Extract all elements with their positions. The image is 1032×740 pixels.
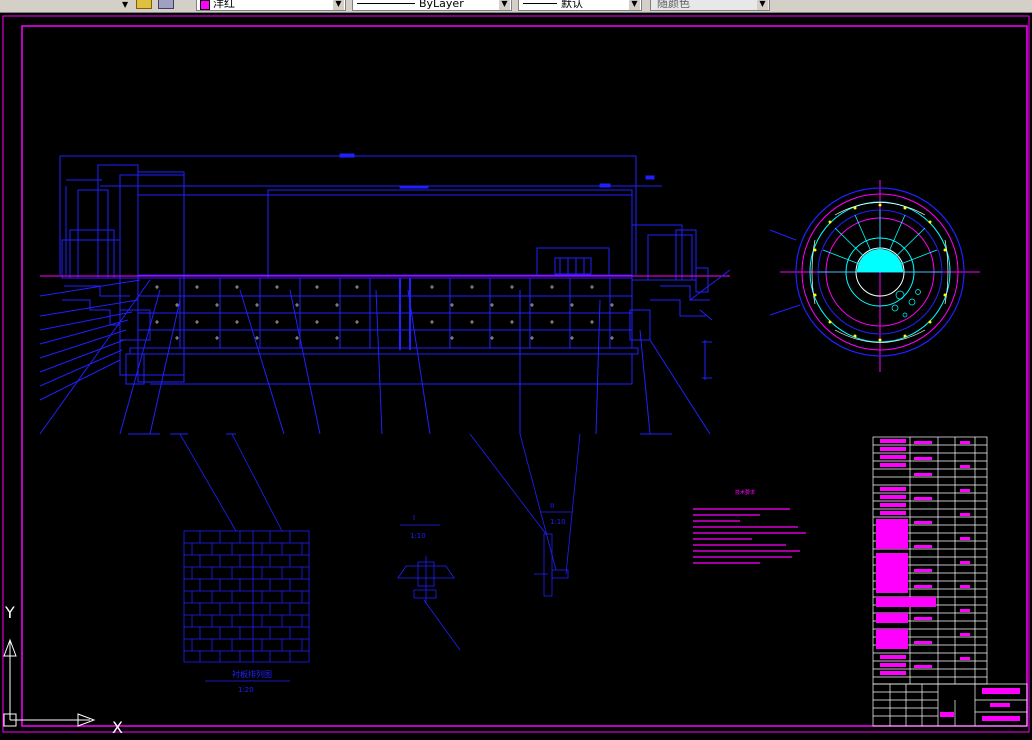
section-i-detail xyxy=(397,524,461,651)
linetype-control-dropdown[interactable]: ByLayer ▼ xyxy=(352,0,512,11)
lineweight-control-dropdown[interactable]: 默认 ▼ xyxy=(518,0,642,11)
linetype-preview xyxy=(357,3,415,4)
ucs-icon xyxy=(3,638,96,727)
lineweight-control-label: 默认 xyxy=(561,0,583,10)
layer-previous-icon[interactable] xyxy=(158,0,174,9)
layer-dropdown-arrow-icon[interactable]: ▼ xyxy=(122,0,128,10)
title-block-fills xyxy=(940,688,1020,721)
section-ii-scale: 1:10 xyxy=(550,518,566,526)
properties-toolbar: ▼ 洋红 ▼ ByLayer ▼ 默认 ▼ 随颜色 ▼ xyxy=(0,0,1032,13)
ucs-y-label: Y xyxy=(4,603,15,622)
layer-stack-icon[interactable] xyxy=(136,0,152,9)
ucs-x-label: X xyxy=(112,718,123,736)
cad-drawing: 衬板排列图 1:20 I 1:10 II 1:10 技术要求 Y X xyxy=(2,15,1030,737)
mill-end-section-view xyxy=(769,180,980,372)
plotstyle-control-dropdown[interactable]: 随颜色 ▼ xyxy=(650,0,770,11)
section-i-scale: 1:10 xyxy=(410,532,426,540)
chevron-down-icon[interactable]: ▼ xyxy=(499,0,510,10)
chevron-down-icon[interactable]: ▼ xyxy=(629,0,640,10)
chevron-down-icon[interactable]: ▼ xyxy=(757,0,768,10)
drawing-canvas[interactable]: 衬板排列图 1:20 I 1:10 II 1:10 技术要求 Y X xyxy=(0,13,1032,737)
chevron-down-icon[interactable]: ▼ xyxy=(333,0,344,10)
mill-elevation-view xyxy=(39,153,731,435)
section-ii-label: II xyxy=(550,502,554,510)
lineweight-preview xyxy=(523,3,557,4)
color-control-dropdown[interactable]: 洋红 ▼ xyxy=(196,0,346,11)
color-swatch xyxy=(200,0,210,10)
color-control-label: 洋红 xyxy=(213,0,235,10)
lining-arrangement-view xyxy=(179,433,310,682)
linetype-control-label: ByLayer xyxy=(419,0,464,10)
notes-title: 技术要求 xyxy=(735,489,755,496)
plotstyle-control-label: 随颜色 xyxy=(657,0,690,10)
technical-notes xyxy=(693,508,806,564)
outer-sheet-border xyxy=(2,15,1030,733)
lining-scale: 1:20 xyxy=(238,686,254,694)
lining-title: 衬板排列图 xyxy=(232,669,272,679)
section-i-label: I xyxy=(413,514,415,522)
layer-tools[interactable]: ▼ xyxy=(118,0,184,11)
section-ii-detail xyxy=(469,433,581,597)
